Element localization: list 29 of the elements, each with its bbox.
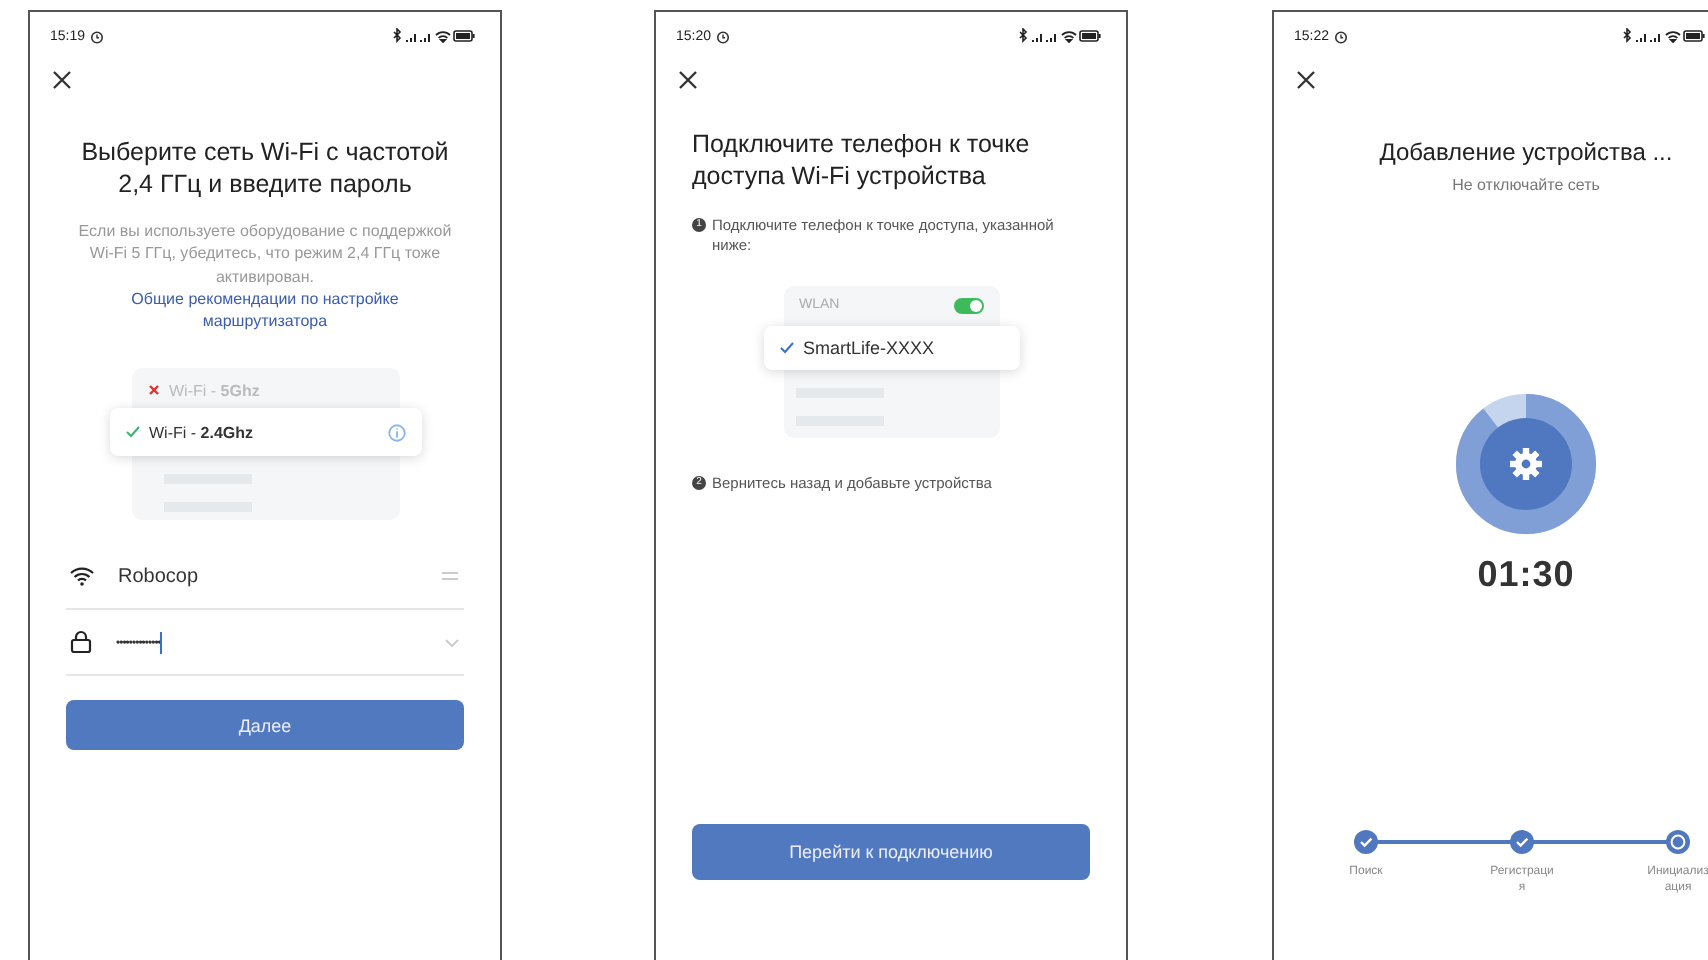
status-icons [392, 28, 476, 44]
close-icon[interactable] [678, 70, 698, 90]
info-icon [387, 423, 405, 442]
progress-ring-drawing [1456, 394, 1596, 534]
alarm-icon [89, 29, 104, 43]
wifi-network-name: Wi-Fi - 2.4Ghz [149, 423, 255, 442]
check-icon [779, 341, 793, 353]
wifi-network-name: Wi-Fi - 5Ghz [169, 381, 262, 400]
screen-title: Добавление устройства ... [1377, 138, 1675, 168]
countdown-timer: 01:30 [1475, 554, 1577, 596]
network-name-value: Robocop [118, 565, 201, 588]
status-icons [1622, 28, 1706, 44]
alarm-icon [715, 29, 730, 43]
close-icon[interactable] [1296, 70, 1316, 90]
subtitle-text: Не отключайте сеть [1450, 176, 1602, 194]
description-text: Если вы используете оборудование с поддержкой Wi-Fi 5 ГГц, убедитесь, что режим 2,4 ГГц тоже активирован. Общие рекомендации по настройке маршрутизатора [72, 220, 458, 333]
network-field[interactable]: Robocop [66, 544, 464, 611]
settings-icon [1510, 448, 1542, 480]
wifi-icon [70, 566, 94, 587]
wifi-network-name: SmartLife-XXXX [803, 337, 935, 357]
router-guide-link[interactable]: Общие рекомендации по настройке маршрутизатора [74, 287, 456, 333]
next-button[interactable]: Далее [66, 700, 464, 751]
lock-icon [70, 630, 92, 655]
connect-button[interactable]: Перейти к подключению [692, 823, 1090, 880]
alarm-icon [1333, 29, 1348, 43]
screen-title: Подключите телефон к точке доступа Wi-Fi устройства [692, 130, 1032, 193]
status-icons [1018, 28, 1102, 44]
close-icon[interactable] [52, 70, 72, 90]
screen-title: Выберите сеть Wi-Fi с частотой 2,4 ГГц и введите пароль [79, 138, 451, 201]
